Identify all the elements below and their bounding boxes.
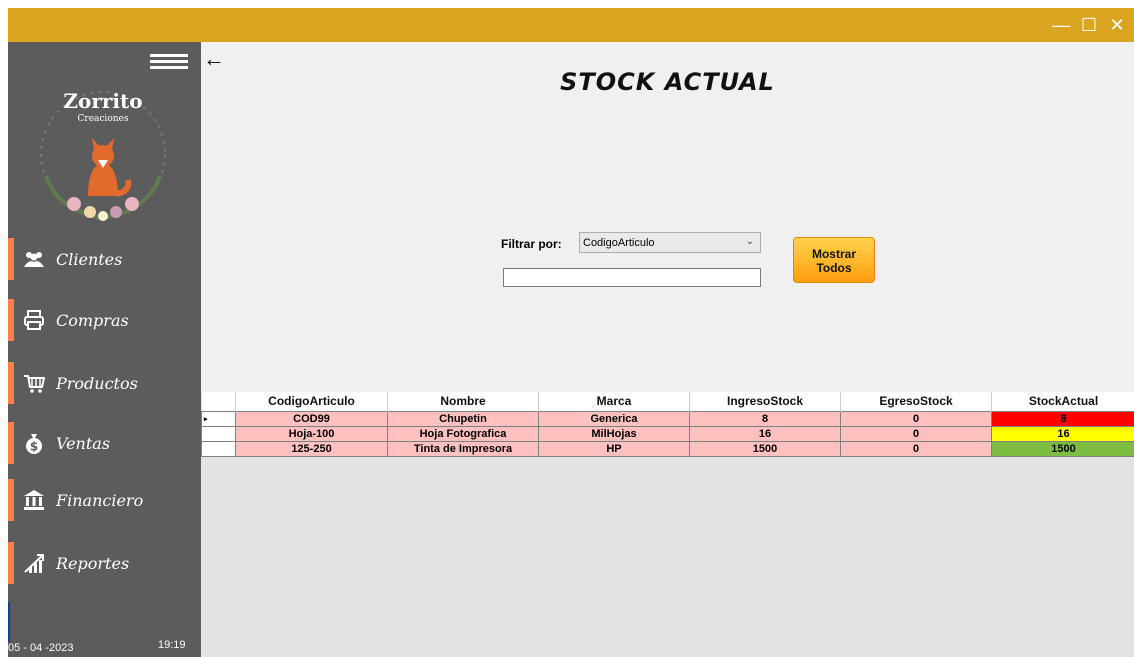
cell-stock-actual[interactable]: 8: [991, 410, 1134, 427]
cell-marca[interactable]: MilHojas: [538, 425, 690, 442]
sidebar-item-clientes[interactable]: Clientes: [8, 238, 201, 280]
column-header[interactable]: CodigoArticulo: [235, 392, 388, 411]
cell-stock-actual[interactable]: 16: [991, 425, 1134, 442]
stock-grid-area: CodigoArticulo Nombre Marca IngresoStock…: [201, 392, 1134, 657]
sidebar: Zorrito Creaciones Clientes Compras Prod…: [8, 42, 201, 657]
app-window: — ☐ ✕ Zorrito Creaciones Clientes Compra…: [8, 8, 1134, 657]
page-title: STOCK ACTUAL: [560, 68, 775, 96]
minimize-button[interactable]: —: [1048, 8, 1074, 42]
title-bar[interactable]: — ☐ ✕: [8, 8, 1134, 42]
sidebar-item-label: Compras: [56, 310, 129, 330]
row-header[interactable]: [201, 440, 236, 457]
cell-nombre[interactable]: Chupetin: [387, 410, 539, 427]
cell-egreso[interactable]: 0: [840, 425, 992, 442]
maximize-button[interactable]: ☐: [1076, 8, 1102, 42]
cell-egreso[interactable]: 0: [840, 410, 992, 427]
sidebar-item-compras[interactable]: Compras: [8, 299, 201, 341]
time-label: 19:19: [158, 639, 186, 651]
cell-marca[interactable]: HP: [538, 440, 690, 457]
sidebar-item-label: Productos: [56, 373, 138, 393]
chart-growth-icon: [22, 551, 46, 575]
column-header[interactable]: IngresoStock: [689, 392, 841, 411]
table-row[interactable]: ▸ COD99 Chupetin Generica 8 0 8: [201, 410, 1134, 427]
table-row[interactable]: 125-250 Tinta de Impresora HP 1500 0 150…: [201, 440, 1134, 457]
filter-by-dropdown[interactable]: CodigoArticulo ⌄: [579, 232, 761, 253]
column-header[interactable]: Marca: [538, 392, 690, 411]
sidebar-item-label: Ventas: [56, 433, 111, 453]
sidebar-item-productos[interactable]: Productos: [8, 362, 201, 404]
cell-ingreso[interactable]: 16: [689, 425, 841, 442]
fox-logo: Zorrito Creaciones: [40, 89, 166, 221]
main-content: ← STOCK ACTUAL Filtrar por: CodigoArticu…: [201, 42, 1134, 657]
column-header[interactable]: StockActual: [991, 392, 1134, 411]
cell-ingreso[interactable]: 1500: [689, 440, 841, 457]
svg-text:$: $: [30, 440, 38, 454]
grid-header-row: CodigoArticulo Nombre Marca IngresoStock…: [201, 392, 1134, 411]
svg-text:Creaciones: Creaciones: [78, 114, 129, 124]
close-button[interactable]: ✕: [1104, 8, 1130, 42]
money-bag-icon: $: [22, 431, 46, 455]
row-header-corner: [201, 392, 236, 411]
cell-ingreso[interactable]: 8: [689, 410, 841, 427]
date-label: 05 - 04 -2023: [8, 642, 74, 654]
cell-egreso[interactable]: 0: [840, 440, 992, 457]
svg-text:Zorrito: Zorrito: [63, 89, 142, 113]
users-icon: [22, 247, 46, 271]
filter-label: Filtrar por:: [501, 237, 562, 251]
bank-icon: [22, 488, 46, 512]
sidebar-item-label: Financiero: [56, 490, 144, 510]
sidebar-item-label: Reportes: [56, 553, 130, 573]
sidebar-item-financiero[interactable]: Financiero: [8, 479, 201, 521]
window-edge: [8, 602, 10, 642]
cell-codigo[interactable]: Hoja-100: [235, 425, 388, 442]
chevron-down-icon: ⌄: [745, 236, 754, 247]
hamburger-menu-icon[interactable]: [150, 54, 200, 70]
cell-codigo[interactable]: COD99: [235, 410, 388, 427]
column-header[interactable]: EgresoStock: [840, 392, 992, 411]
sidebar-item-reportes[interactable]: Reportes: [8, 542, 201, 584]
cell-stock-actual[interactable]: 1500: [991, 440, 1134, 457]
printer-icon: [22, 308, 46, 332]
cell-nombre[interactable]: Tinta de Impresora: [387, 440, 539, 457]
current-row-marker-icon[interactable]: ▸: [201, 410, 236, 427]
cart-icon: [22, 371, 46, 395]
filter-text-input[interactable]: [503, 268, 761, 287]
sidebar-item-ventas[interactable]: $ Ventas: [8, 422, 201, 464]
row-header[interactable]: [201, 425, 236, 442]
cell-nombre[interactable]: Hoja Fotografica: [387, 425, 539, 442]
column-header[interactable]: Nombre: [387, 392, 539, 411]
filter-selected-value: CodigoArticulo: [583, 236, 655, 249]
sidebar-item-label: Clientes: [56, 249, 123, 269]
cell-codigo[interactable]: 125-250: [235, 440, 388, 457]
table-row[interactable]: Hoja-100 Hoja Fotografica MilHojas 16 0 …: [201, 425, 1134, 442]
show-all-button[interactable]: Mostrar Todos: [793, 237, 875, 283]
stock-grid[interactable]: CodigoArticulo Nombre Marca IngresoStock…: [201, 392, 1134, 457]
cell-marca[interactable]: Generica: [538, 410, 690, 427]
